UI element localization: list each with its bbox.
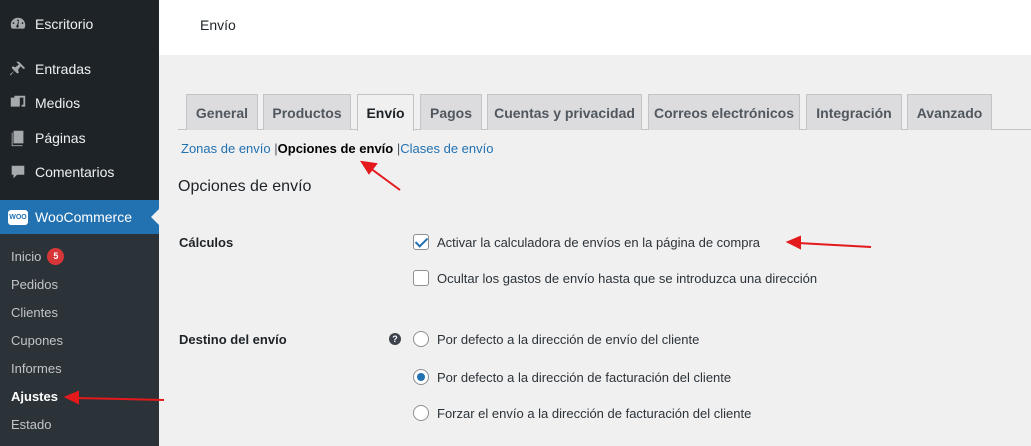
annotation-arrows bbox=[63, 160, 872, 405]
annotation-arrow-calculadora bbox=[785, 235, 872, 250]
annotation-arrow-opciones bbox=[359, 160, 401, 191]
annotation-arrow-ajustes bbox=[63, 390, 165, 405]
